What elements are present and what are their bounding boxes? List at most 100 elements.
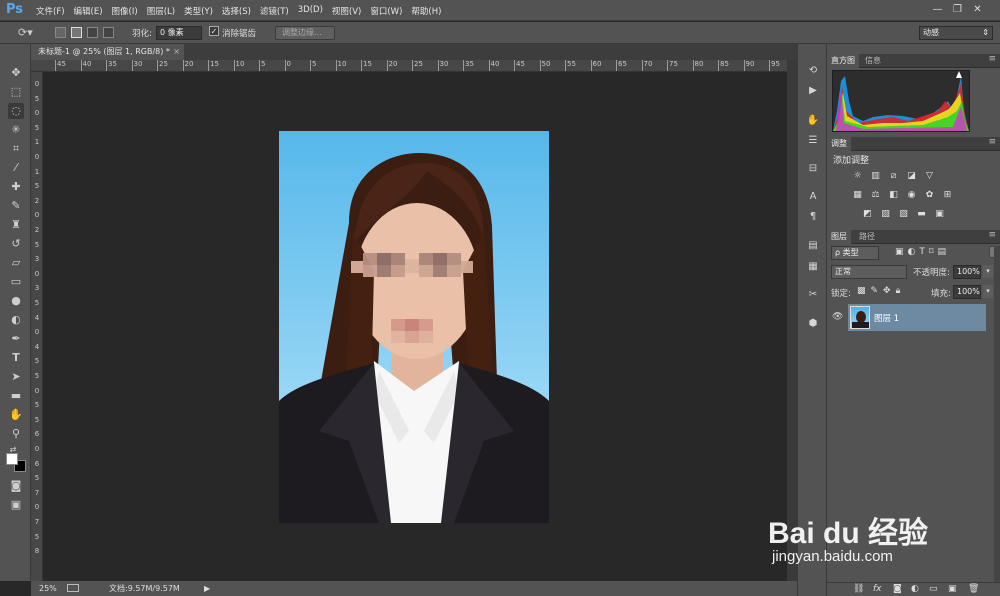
layer-row[interactable]: 图层 1: [848, 304, 986, 331]
blur-tool-icon[interactable]: ●: [8, 293, 24, 309]
move-tool-icon[interactable]: ✥: [8, 65, 24, 81]
info-panel-icon[interactable]: ▦: [806, 260, 820, 274]
play-icon[interactable]: ▶: [204, 581, 210, 596]
tab-adjustments[interactable]: 调整: [827, 137, 851, 151]
doc-info-icon[interactable]: [67, 584, 79, 592]
color-balance-icon[interactable]: ⚖: [869, 189, 882, 201]
posterize-icon[interactable]: ▨: [879, 208, 892, 220]
panel-menu-icon[interactable]: ≡: [988, 137, 996, 147]
dodge-tool-icon[interactable]: ◐: [8, 312, 24, 328]
paragraph-panel-icon[interactable]: ¶: [806, 210, 820, 224]
close-button[interactable]: ✕: [971, 3, 984, 16]
magic-wand-tool-icon[interactable]: ✳: [8, 122, 24, 138]
eyedropper-tool-icon[interactable]: ⁄: [8, 160, 24, 176]
menu-select[interactable]: 选择(S): [222, 5, 251, 17]
eraser-tool-icon[interactable]: ▱: [8, 255, 24, 271]
hand-tool-icon[interactable]: ✋: [8, 407, 24, 423]
threshold-icon[interactable]: ▧: [897, 208, 910, 220]
gradient-map-icon[interactable]: ▬: [915, 208, 928, 220]
fill-input[interactable]: 100%: [953, 285, 981, 299]
tab-paths[interactable]: 路径: [855, 230, 879, 244]
gradient-tool-icon[interactable]: ▭: [8, 274, 24, 290]
panel-menu-icon[interactable]: ≡: [988, 54, 996, 64]
chevron-down-icon[interactable]: ▾: [983, 285, 993, 298]
close-icon[interactable]: ×: [173, 44, 180, 60]
layer-name[interactable]: 图层 1: [874, 312, 899, 324]
tab-layers[interactable]: 图层: [827, 230, 851, 244]
menu-help[interactable]: 帮助(H): [411, 5, 441, 17]
marquee-tool-icon[interactable]: ⬚: [8, 84, 24, 100]
layer-filter-icons[interactable]: ▣◐T⌑▤: [895, 247, 950, 257]
zoom-level[interactable]: 25%: [39, 581, 57, 596]
mask-icon[interactable]: ◙: [893, 584, 902, 594]
minimize-button[interactable]: —: [931, 3, 944, 16]
menu-filter[interactable]: 滤镜(T): [260, 5, 289, 17]
subtract-selection-icon[interactable]: [87, 27, 98, 41]
intersect-selection-icon[interactable]: [103, 27, 114, 41]
tab-histogram[interactable]: 直方图: [827, 54, 859, 68]
character-panel-icon[interactable]: A: [806, 190, 820, 204]
color-lookup-icon[interactable]: ⊞: [941, 189, 954, 201]
history-brush-tool-icon[interactable]: ↺: [8, 236, 24, 252]
workspace-select[interactable]: 动感 ⇕: [919, 26, 993, 40]
opacity-input[interactable]: 100%: [953, 265, 981, 279]
healing-brush-tool-icon[interactable]: ✚: [8, 179, 24, 195]
menu-edit[interactable]: 编辑(E): [74, 5, 103, 17]
trash-icon[interactable]: 🗑︎: [968, 584, 979, 594]
fx-icon[interactable]: fx: [873, 584, 882, 594]
brush-presets-icon[interactable]: ✋: [806, 114, 820, 128]
feather-input[interactable]: 0 像素: [156, 26, 202, 40]
hue-saturation-icon[interactable]: ▦: [851, 189, 864, 201]
pen-tool-icon[interactable]: ✒: [8, 331, 24, 347]
restore-button[interactable]: ❐: [951, 3, 964, 16]
refine-edge-button[interactable]: 调整边缘...: [275, 26, 335, 40]
tab-info[interactable]: 信息: [861, 54, 885, 68]
blend-mode-select[interactable]: 正常: [831, 265, 907, 279]
new-layer-icon[interactable]: ▣: [948, 584, 957, 594]
tools-preset-icon[interactable]: ✂: [806, 288, 820, 302]
path-selection-tool-icon[interactable]: ➤: [8, 369, 24, 385]
lasso-tool-preset-icon[interactable]: ⟳▾: [18, 25, 40, 40]
layers-scrollbar[interactable]: [994, 246, 1000, 586]
lock-icons[interactable]: ▩✎✥🔒︎: [857, 286, 905, 296]
clone-stamp-tool-icon[interactable]: ♜: [8, 217, 24, 233]
lasso-tool-icon[interactable]: ◌: [8, 103, 24, 119]
brightness-icon[interactable]: ☼: [851, 170, 864, 182]
rectangle-tool-icon[interactable]: ▬: [8, 388, 24, 404]
type-tool-icon[interactable]: T: [8, 350, 24, 366]
new-selection-icon[interactable]: [55, 27, 66, 41]
adjustment-icon[interactable]: ◐: [911, 584, 919, 594]
exposure-icon[interactable]: ◪: [905, 170, 918, 182]
levels-icon[interactable]: ▥: [869, 170, 882, 182]
selective-color-icon[interactable]: ▣: [933, 208, 946, 220]
menu-layer[interactable]: 图层(L): [147, 5, 175, 17]
menu-view[interactable]: 视图(V): [332, 5, 361, 17]
curves-icon[interactable]: ⧄: [887, 170, 900, 182]
history-icon[interactable]: ⟲: [806, 64, 820, 78]
zoom-tool-icon[interactable]: ⚲: [8, 426, 24, 442]
menu-type[interactable]: 类型(Y): [184, 5, 213, 17]
vibrance-icon[interactable]: ▽: [923, 170, 936, 182]
menu-image[interactable]: 图像(I): [112, 5, 138, 17]
group-icon[interactable]: ▭: [929, 584, 938, 594]
screen-mode-icon[interactable]: ▣: [8, 497, 24, 513]
document-tab[interactable]: 未标题-1 @ 25% (图层 1, RGB/8) * ×: [31, 44, 184, 60]
photo-filter-icon[interactable]: ◉: [905, 189, 918, 201]
quick-mask-icon[interactable]: ◙: [8, 478, 24, 494]
link-icon[interactable]: ⛓: [853, 584, 864, 594]
menu-window[interactable]: 窗口(W): [370, 5, 402, 17]
black-white-icon[interactable]: ◧: [887, 189, 900, 201]
panel-menu-icon[interactable]: ≡: [988, 230, 996, 240]
visibility-eye-icon[interactable]: 👁︎: [832, 312, 843, 322]
layer-filter-select[interactable]: ρ 类型: [831, 246, 879, 260]
antialias-checkbox[interactable]: ✓: [209, 26, 219, 36]
add-selection-icon[interactable]: [71, 27, 82, 41]
brush-panel-icon[interactable]: ☰: [806, 134, 820, 148]
brush-tool-icon[interactable]: ✎: [8, 198, 24, 214]
foreground-color-swatch[interactable]: [6, 453, 18, 465]
invert-icon[interactable]: ◩: [861, 208, 874, 220]
actions-icon[interactable]: ▶: [806, 84, 820, 98]
notes-icon[interactable]: ▤: [806, 239, 820, 253]
crop-tool-icon[interactable]: ⌗: [8, 141, 24, 157]
channel-mixer-icon[interactable]: ✿: [923, 189, 936, 201]
